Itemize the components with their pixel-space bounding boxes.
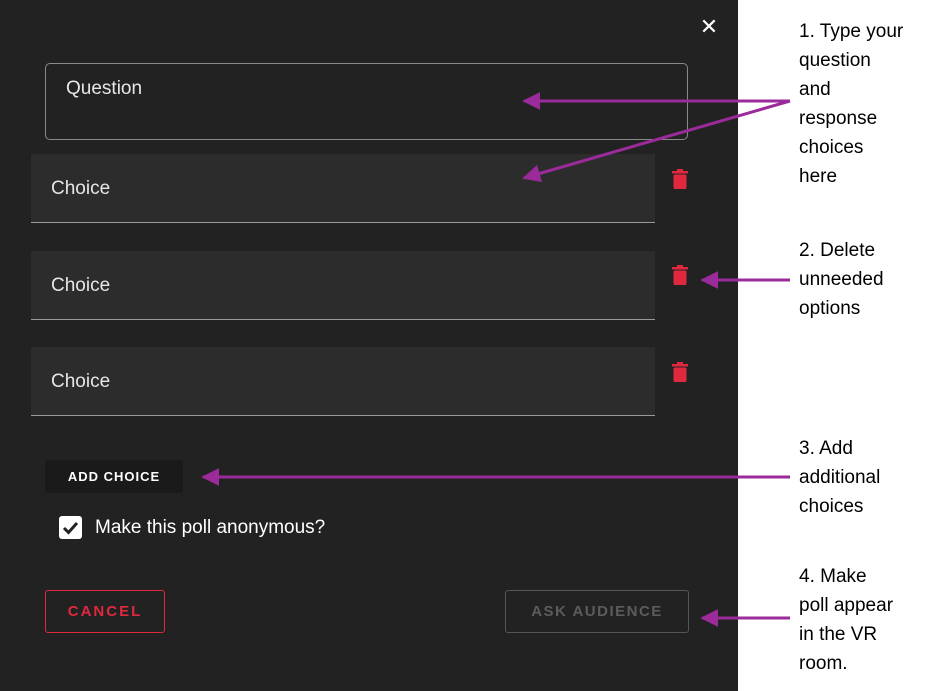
note-line: 1. Type your: [799, 21, 904, 42]
note-line: choices: [799, 496, 864, 517]
note-line: 2. Delete: [799, 240, 876, 261]
note-line: question: [799, 50, 871, 71]
note-line: 3. Add: [799, 438, 853, 459]
annotation-note-3: 3. Add additional choices: [799, 434, 939, 521]
arrow-to-choice: [522, 99, 791, 183]
note-line: and: [799, 79, 831, 100]
note-line: in the VR: [799, 624, 878, 645]
note-line: room.: [799, 653, 848, 674]
note-line: response: [799, 108, 878, 129]
note-line: here: [799, 166, 838, 187]
note-line: additional: [799, 467, 881, 488]
note-line: poll appear: [799, 595, 894, 616]
note-line: options: [799, 298, 861, 319]
annotation-note-1: 1. Type your question and response choic…: [799, 17, 939, 191]
note-line: unneeded: [799, 269, 884, 290]
note-line: 4. Make: [799, 566, 867, 587]
annotation-note-4: 4. Make poll appear in the VR room.: [799, 562, 939, 678]
note-line: choices: [799, 137, 864, 158]
annotation-note-2: 2. Delete unneeded options: [799, 236, 939, 323]
